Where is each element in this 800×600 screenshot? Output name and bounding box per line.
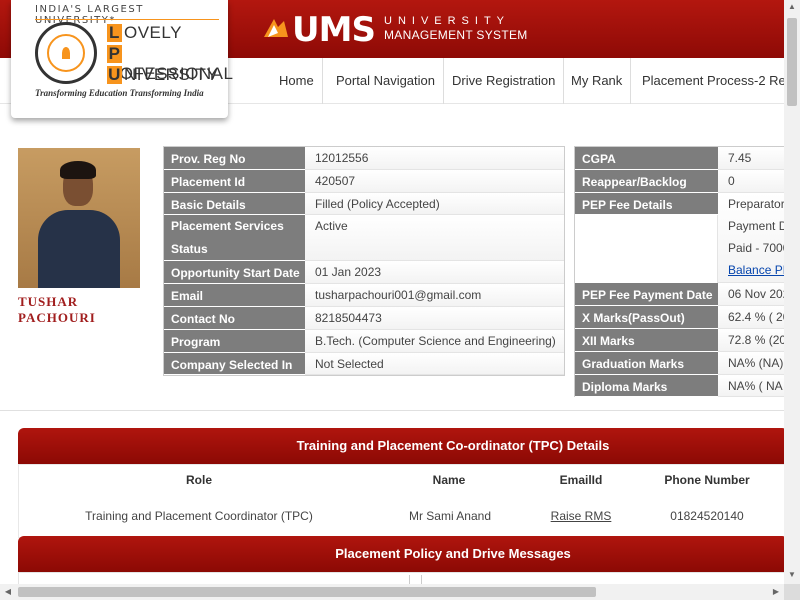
detail-value: 420507 [305,170,564,193]
scroll-right-icon[interactable]: ▶ [768,587,784,596]
scroll-left-icon[interactable]: ◀ [0,587,16,596]
placement-details-table: Prov. Reg No 12012556 Placement Id 42050… [163,146,565,376]
detail-row: Placement Services Status Active [164,215,564,261]
detail-value: 12012556 [305,147,564,170]
logo-word-university: U NIVERSITY [107,65,219,84]
horizontal-scrollbar[interactable]: ◀ ▶ [0,584,784,600]
tpc-panel-header: Training and Placement Co-ordinator (TPC… [18,428,788,464]
policy-panel-header: Placement Policy and Drive Messages [18,536,788,572]
academic-label: X Marks(PassOut) [575,306,718,329]
tpc-name-value: Mr Sami Anand [408,509,492,523]
logo-divider [35,19,219,20]
academic-value: 06 Nov 202 [718,283,787,306]
tpc-role-value: Training and Placement Coordinator (TPC) [85,509,313,523]
lpu-seal-icon [35,22,97,84]
tpc-col-phone: Phone Number [664,473,750,487]
raise-rms-link[interactable]: Raise RMS [541,509,621,523]
ums-brand-name: UMS [292,10,376,50]
scrollbar-corner [784,584,800,600]
pep-fee-line: Payment D [728,219,787,233]
pep-fee-line: Preparatory [728,197,787,211]
detail-value: B.Tech. (Computer Science and Engineerin… [305,330,564,353]
academic-row: PEP Fee Payment Date 06 Nov 202 [575,283,787,306]
nav-placement-process-2[interactable]: Placement Process-2 Regis [634,58,800,104]
pep-fee-line: Paid - 7000 [728,241,787,255]
academic-label: XII Marks [575,329,718,352]
detail-label: Company Selected In [164,353,305,375]
page: UMS UNIVERSITY MANAGEMENT SYSTEM Home Po… [0,0,800,600]
detail-row: Program B.Tech. (Computer Science and En… [164,330,564,353]
detail-row: Placement Id 420507 [164,170,564,193]
detail-value: Active [305,215,564,261]
academic-row: PEP Fee Details Preparatory Payment D Pa… [575,193,787,283]
academic-value: 72.8 % (20 [718,329,787,352]
tpc-col-name: Name [432,473,466,487]
detail-label: Placement Id [164,170,305,193]
vertical-scroll-thumb[interactable] [787,18,797,106]
logo-word-professional: PROFESSIONAL [107,44,234,83]
academic-label: CGPA [575,147,718,170]
academic-value: 0 [718,170,787,193]
vertical-scrollbar[interactable]: ▲ ▼ [784,0,800,584]
logo-slogan: Transforming Education Transforming Indi… [35,88,204,98]
nav-drive-registration[interactable]: Drive Registration [444,58,565,104]
tpc-col-email: EmailId [559,473,603,487]
horizontal-scroll-thumb[interactable] [18,587,596,597]
detail-row: Prov. Reg No 12012556 [164,147,564,170]
section-divider [0,410,784,411]
academic-value: NA% ( NA ) [718,375,787,397]
detail-label: Prov. Reg No [164,147,305,170]
academic-label: Reappear/Backlog [575,170,718,193]
pep-fee-value: Preparatory Payment D Paid - 7000 Balanc… [718,193,787,283]
tpc-phone-value: 01824520140 [670,509,744,523]
nav-home[interactable]: Home [271,58,323,104]
nav-my-rank[interactable]: My Rank [563,58,632,104]
academic-value: 62.4 % ( 20 [718,306,787,329]
scroll-down-icon[interactable]: ▼ [784,570,800,579]
ums-brand-line2: MANAGEMENT SYSTEM [384,28,528,42]
scroll-up-icon[interactable]: ▲ [784,2,800,11]
student-photo [18,148,140,288]
academic-value: NA% (NA) [718,352,787,375]
academic-row: Reappear/Backlog 0 [575,170,787,193]
detail-value: 8218504473 [305,307,564,330]
detail-value: 01 Jan 2023 [305,261,564,284]
balance-pep-link[interactable]: Balance PE [728,259,787,281]
detail-row: Opportunity Start Date 01 Jan 2023 [164,261,564,284]
detail-value: tusharpachouri001@gmail.com [305,284,564,307]
detail-row: Email tusharpachouri001@gmail.com [164,284,564,307]
detail-label: Opportunity Start Date [164,261,305,284]
tpc-details-table: Role Name EmailId Phone Number Training … [18,464,788,538]
lpu-logo[interactable]: INDIA'S LARGEST UNIVERSITY* L OVELY PROFE… [11,0,233,118]
detail-value: Not Selected [305,353,564,375]
nav-portal-navigation[interactable]: Portal Navigation [328,58,444,104]
detail-label: Contact No [164,307,305,330]
detail-row: Basic Details Filled (Policy Accepted) [164,193,564,215]
detail-label: Basic Details [164,193,305,215]
academic-label: PEP Fee Payment Date [575,283,718,306]
ums-brand-line1: UNIVERSITY [384,15,511,27]
academic-value: 7.45 [718,147,787,170]
detail-value: Filled (Policy Accepted) [305,193,564,215]
detail-label: Program [164,330,305,353]
academic-row: X Marks(PassOut) 62.4 % ( 20 [575,306,787,329]
academic-row: Diploma Marks NA% ( NA ) [575,375,787,397]
logo-word-lovely: L OVELY [107,23,182,43]
detail-label: Placement Services Status [164,215,305,261]
academic-label: Graduation Marks [575,352,718,375]
academic-label-spacer [575,215,718,283]
academic-label: Diploma Marks [575,375,718,397]
student-name: TUSHAR PACHOURI [18,294,96,325]
detail-label: Email [164,284,305,307]
ums-logo-icon [264,19,288,37]
detail-row: Contact No 8218504473 [164,307,564,330]
academic-row: CGPA 7.45 [575,147,787,170]
academic-label: PEP Fee Details [575,193,718,215]
detail-row: Company Selected In Not Selected [164,353,564,375]
academic-details-table: CGPA 7.45 Reappear/Backlog 0 PEP Fee Det… [574,146,787,397]
academic-row: Graduation Marks NA% (NA) [575,352,787,375]
tpc-col-role: Role [185,473,212,487]
academic-row: XII Marks 72.8 % (20 [575,329,787,352]
